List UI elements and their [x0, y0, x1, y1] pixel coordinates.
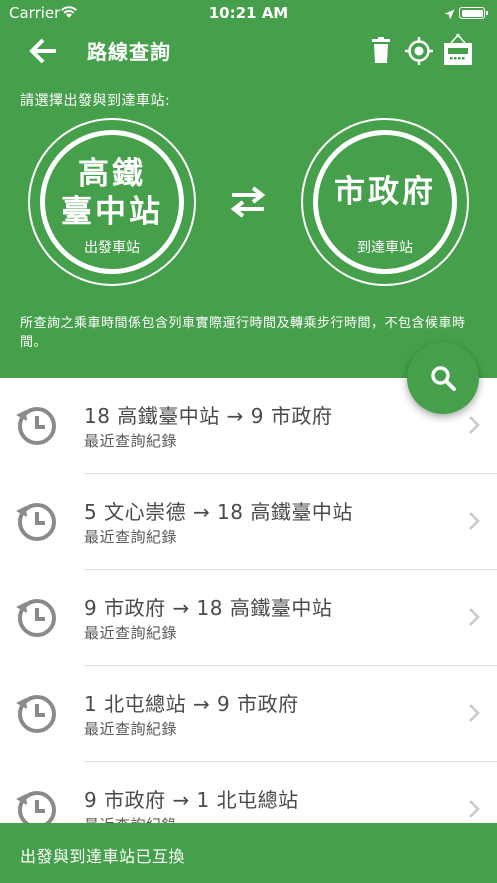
history-item[interactable]: 1 北屯總站 → 9 市政府 最近查詢紀錄	[0, 666, 497, 762]
arrival-station-name: 市政府	[334, 174, 436, 210]
history-item[interactable]: 9 市政府 → 18 高鐵臺中站 最近查詢紀錄	[0, 570, 497, 666]
chevron-right-icon	[469, 608, 480, 626]
history-clock-icon	[16, 695, 56, 733]
history-list: 18 高鐵臺中站 → 9 市政府 最近查詢紀錄 5 文心崇德 → 18 高鐵臺中…	[0, 378, 497, 823]
toast-message: 出發與到達車站已互換	[0, 823, 497, 883]
travel-time-notice: 所查詢之乘車時間係包含列車實際運行時間及轉乘步行時間，不包含候車時間。	[20, 316, 466, 350]
history-label: 最近查詢紀錄	[84, 814, 177, 823]
arrival-station-badge: 市政府 到達車站	[313, 130, 457, 274]
history-route: 18 高鐵臺中站 → 9 市政府	[84, 404, 333, 428]
history-clock-icon	[16, 791, 56, 823]
page-title: 路線查詢	[87, 40, 171, 64]
battery-icon	[459, 7, 488, 19]
hotel-sign-icon	[444, 33, 472, 65]
clock-time: 10:21 AM	[208, 4, 289, 22]
arrow-left-icon	[29, 38, 56, 64]
locate-button[interactable]	[404, 36, 434, 66]
arrival-station-role: 到達車站	[357, 240, 413, 256]
chevron-right-icon	[469, 704, 480, 722]
history-item[interactable]: 9 市政府 → 1 北屯總站 最近查詢紀錄	[0, 762, 497, 823]
trash-icon	[372, 37, 390, 63]
instruction-text: 請選擇出發與到達車站:	[20, 93, 171, 109]
arrival-station-selector[interactable]: 市政府 到達車站	[301, 118, 469, 286]
search-icon	[431, 366, 456, 391]
history-route: 9 市政府 → 1 北屯總站	[84, 788, 299, 812]
history-label: 最近查詢紀錄	[84, 720, 178, 738]
history-label: 最近查詢紀錄	[84, 528, 178, 546]
history-item[interactable]: 5 文心崇德 → 18 高鐵臺中站 最近查詢紀錄	[0, 474, 497, 570]
history-label: 最近查詢紀錄	[84, 432, 178, 450]
departure-station-role: 出發車站	[84, 240, 140, 256]
location-arrow-icon	[444, 6, 455, 24]
history-route: 1 北屯總站 → 9 市政府	[84, 692, 299, 716]
departure-station-selector[interactable]: 高鐵 臺中站 出發車站	[28, 118, 196, 286]
clear-history-button[interactable]	[368, 36, 394, 66]
search-button[interactable]	[407, 342, 479, 414]
chevron-right-icon	[469, 512, 480, 530]
back-button[interactable]	[26, 33, 62, 69]
history-route: 9 市政府 → 18 高鐵臺中站	[84, 596, 333, 620]
chevron-right-icon	[469, 800, 480, 818]
history-route: 5 文心崇德 → 18 高鐵臺中站	[84, 500, 353, 524]
hotel-button[interactable]	[442, 33, 474, 67]
departure-station-name-line2: 臺中站	[61, 194, 163, 230]
status-bar: Carrier 10:21 AM	[0, 0, 497, 26]
departure-station-badge: 高鐵 臺中站 出發車站	[40, 130, 184, 274]
swap-arrows-icon	[230, 186, 266, 218]
history-clock-icon	[16, 599, 56, 637]
crosshair-icon	[405, 37, 433, 65]
toast-text: 出發與到達車站已互換	[20, 847, 186, 866]
chevron-right-icon	[469, 416, 480, 434]
departure-station-name-line1: 高鐵	[78, 156, 146, 192]
history-clock-icon	[16, 503, 56, 541]
history-clock-icon	[16, 407, 56, 445]
swap-stations-button[interactable]	[228, 185, 268, 219]
history-label: 最近查詢紀錄	[84, 624, 178, 642]
